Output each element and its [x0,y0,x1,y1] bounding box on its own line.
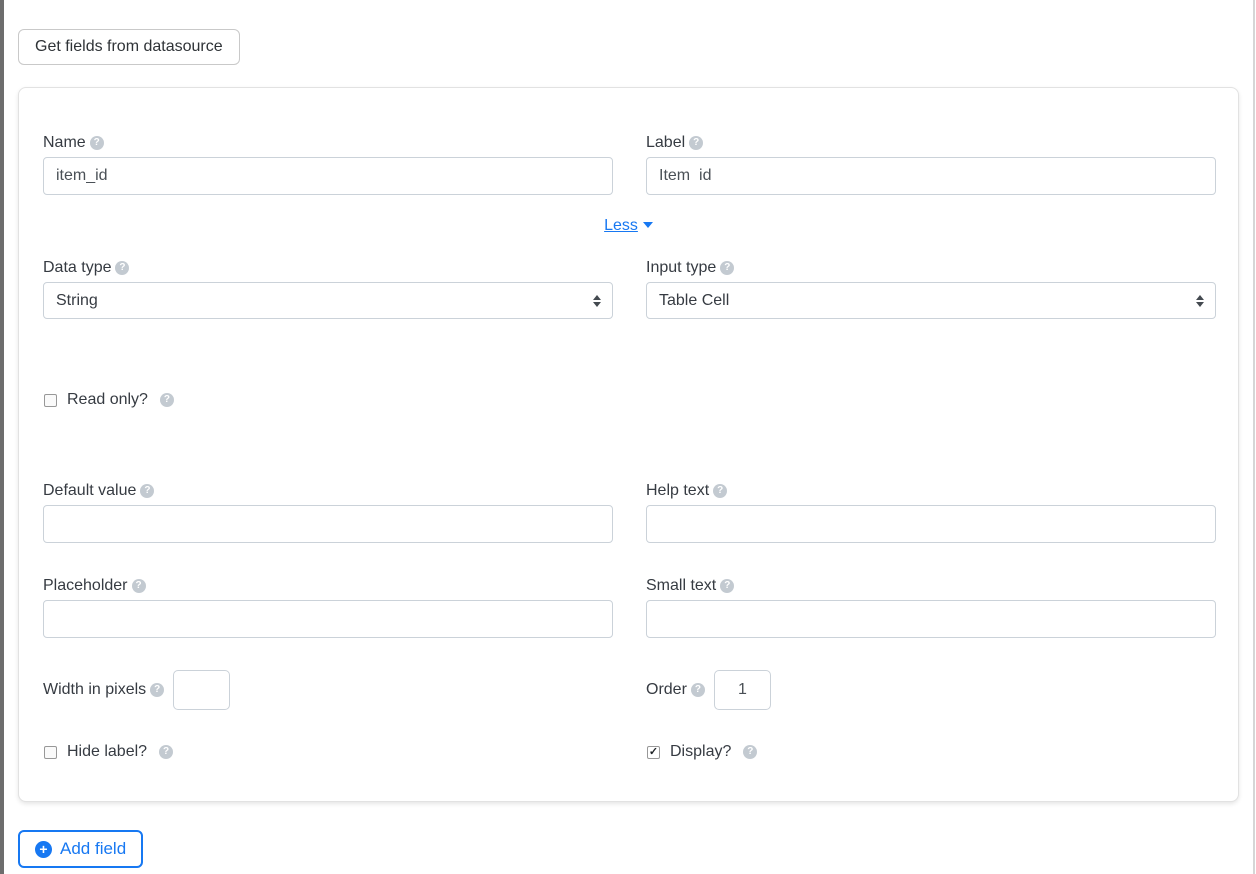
help-icon[interactable]: ? [691,683,705,697]
default-value-input[interactable] [43,505,613,543]
help-icon[interactable]: ? [132,579,146,593]
name-field-group: Name ? [43,134,613,195]
chevron-down-icon [643,222,653,228]
help-icon[interactable]: ? [713,484,727,498]
data-type-group: Data type ? String [43,259,613,319]
select-arrows-icon [593,295,601,307]
label-input[interactable] [646,157,1216,195]
name-input[interactable] [43,157,613,195]
plus-circle-icon: + [35,841,52,858]
order-label: Order [646,681,687,699]
width-in-pixels-group: Width in pixels ? [43,670,613,710]
default-value-label: Default value ? [43,482,613,500]
help-text-label: Help text ? [646,482,1216,500]
input-type-select[interactable]: Table Cell [646,282,1216,319]
default-value-group: Default value ? [43,482,613,543]
order-group: Order ? [646,670,1216,710]
input-type-label: Input type ? [646,259,1216,277]
data-type-select[interactable]: String [43,282,613,319]
help-icon[interactable]: ? [720,579,734,593]
help-icon[interactable]: ? [90,136,104,150]
data-type-label: Data type ? [43,259,613,277]
add-field-label: Add field [60,839,126,859]
placeholder-group: Placeholder ? [43,577,613,638]
help-icon[interactable]: ? [689,136,703,150]
less-toggle-link[interactable]: Less [604,217,638,234]
read-only-checkbox[interactable] [44,394,57,407]
help-icon[interactable]: ? [115,261,129,275]
help-text-group: Help text ? [646,482,1216,543]
order-input[interactable] [714,670,771,710]
width-order-row: Width in pixels ? Order ? [43,670,1214,710]
hide-label-label: Hide label? [67,743,147,761]
help-text-input[interactable] [646,505,1216,543]
label-label: Label ? [646,134,1216,152]
field-settings-card: Name ? Label ? Less Data type [18,87,1239,802]
default-help-row: Default value ? Help text ? [43,482,1214,543]
display-label: Display? [670,743,731,761]
window-edge-strip [0,0,4,874]
hide-display-row: Hide label? ? Display? ? [43,743,1214,761]
hide-label-group: Hide label? ? [43,743,613,761]
container-right-border [1253,0,1255,874]
read-only-label: Read only? [67,391,148,409]
name-label: Name ? [43,134,613,152]
placeholder-smalltext-row: Placeholder ? Small text ? [43,577,1214,638]
less-toggle-row: Less [43,217,1214,235]
placeholder-label: Placeholder ? [43,577,613,595]
read-only-group: Read only? ? [43,391,613,409]
display-checkbox[interactable] [647,746,660,759]
fields-editor: Get fields from datasource Name ? Label … [0,0,1256,868]
help-icon[interactable]: ? [160,393,174,407]
hide-label-checkbox[interactable] [44,746,57,759]
width-in-pixels-input[interactable] [173,670,230,710]
name-label-row: Name ? Label ? [43,134,1214,195]
width-in-pixels-label: Width in pixels [43,681,146,699]
input-type-selected-value: Table Cell [659,292,729,310]
label-field-group: Label ? [646,134,1216,195]
select-arrows-icon [1196,295,1204,307]
read-only-row: Read only? ? [43,391,1214,409]
display-group: Display? ? [646,743,1216,761]
get-fields-from-datasource-button[interactable]: Get fields from datasource [18,29,240,65]
input-type-group: Input type ? Table Cell [646,259,1216,319]
placeholder-input[interactable] [43,600,613,638]
help-icon[interactable]: ? [150,683,164,697]
small-text-group: Small text ? [646,577,1216,638]
help-icon[interactable]: ? [159,745,173,759]
type-row: Data type ? String Input type ? Table Ce… [43,259,1214,319]
help-icon[interactable]: ? [743,745,757,759]
small-text-input[interactable] [646,600,1216,638]
small-text-label: Small text ? [646,577,1216,595]
help-icon[interactable]: ? [720,261,734,275]
data-type-selected-value: String [56,292,98,310]
add-field-button[interactable]: + Add field [18,830,143,868]
help-icon[interactable]: ? [140,484,154,498]
